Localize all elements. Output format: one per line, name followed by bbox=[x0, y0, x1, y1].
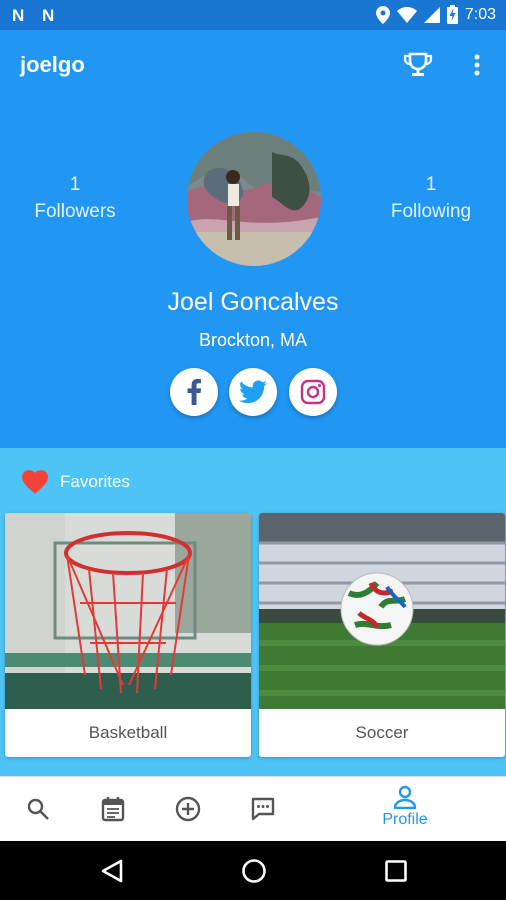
facebook-icon bbox=[187, 379, 202, 405]
basketball-image bbox=[5, 513, 251, 709]
profile-header: 1 Followers 1 Following Joel Goncalves B… bbox=[0, 100, 506, 448]
favorite-card-basketball[interactable]: Basketball bbox=[5, 513, 251, 757]
user-name: Joel Goncalves bbox=[167, 288, 339, 316]
status-time: 7:03 bbox=[464, 5, 496, 23]
favorites-title: Favorites bbox=[60, 472, 130, 491]
location-icon bbox=[375, 5, 390, 24]
nav-search[interactable] bbox=[23, 794, 53, 824]
signal-icon bbox=[423, 6, 440, 23]
twitter-icon bbox=[239, 380, 267, 404]
following-label: Following bbox=[390, 201, 472, 222]
calendar-icon bbox=[101, 797, 125, 822]
instagram-icon bbox=[300, 379, 326, 405]
search-icon bbox=[27, 798, 49, 820]
battery-charging-icon bbox=[446, 5, 458, 24]
status-bar: N N 7:03 bbox=[0, 0, 506, 30]
twitter-button[interactable] bbox=[229, 368, 277, 416]
n-icon: N bbox=[12, 6, 24, 25]
heart-icon bbox=[22, 470, 48, 494]
favorite-card-soccer[interactable]: Soccer bbox=[259, 513, 505, 757]
back-icon[interactable] bbox=[99, 858, 125, 884]
following-count: 1 bbox=[425, 174, 437, 195]
n-icon: N bbox=[42, 6, 54, 25]
followers-label: Followers bbox=[34, 201, 116, 222]
bottom-nav: Profile bbox=[0, 776, 506, 841]
home-icon[interactable] bbox=[241, 858, 267, 884]
recents-icon[interactable] bbox=[383, 858, 409, 884]
favorite-label: Basketball bbox=[88, 723, 168, 742]
followers-count: 1 bbox=[69, 174, 81, 195]
person-icon bbox=[394, 785, 416, 809]
avatar[interactable] bbox=[187, 132, 321, 266]
nav-profile-label: Profile bbox=[382, 811, 428, 828]
trophy-icon[interactable] bbox=[403, 50, 433, 80]
more-vert-icon[interactable] bbox=[466, 50, 488, 80]
favorite-label: Soccer bbox=[355, 723, 409, 742]
instagram-button[interactable] bbox=[289, 368, 337, 416]
following-stat[interactable]: 1 Following bbox=[356, 173, 506, 227]
nav-chat[interactable] bbox=[248, 794, 278, 824]
nav-profile[interactable]: Profile bbox=[370, 785, 440, 829]
followers-stat[interactable]: 1 Followers bbox=[0, 173, 150, 227]
app-title: joelgo bbox=[20, 52, 85, 77]
chat-icon bbox=[251, 797, 275, 821]
nav-add[interactable] bbox=[173, 794, 203, 824]
add-circle-icon bbox=[175, 796, 201, 822]
system-nav-bar bbox=[0, 841, 506, 900]
app-bar: joelgo bbox=[0, 30, 506, 100]
favorites-section: Favorites Basketball Soccer bbox=[0, 448, 506, 776]
nav-calendar[interactable] bbox=[98, 794, 128, 824]
soccer-image bbox=[259, 513, 505, 709]
facebook-button[interactable] bbox=[170, 368, 218, 416]
wifi-icon bbox=[396, 6, 417, 23]
user-location: Brockton, MA bbox=[198, 330, 308, 350]
favorites-header: Favorites bbox=[22, 470, 130, 494]
